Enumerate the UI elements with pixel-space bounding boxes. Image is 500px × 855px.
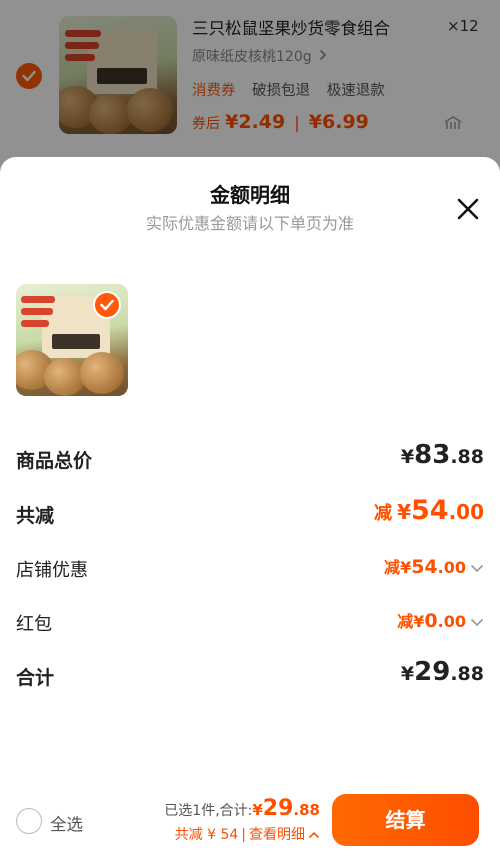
- close-icon[interactable]: [456, 197, 480, 221]
- row-red-packet[interactable]: 红包 减¥0.00: [16, 604, 484, 640]
- row-label: 红包: [16, 614, 52, 635]
- sheet-subtitle: 实际优惠金额请以下单页为准: [145, 214, 354, 233]
- row-amount: 减 ¥54.00: [373, 495, 484, 526]
- order-summary: 已选1件,合计:¥29.88 共减 ¥ 54 | 查看明细: [164, 796, 320, 843]
- sheet-product-checkbox: [93, 291, 121, 319]
- chevron-down-icon: [470, 564, 484, 573]
- summary-total: ¥29.88: [252, 796, 320, 821]
- row-grand-total: 合计 ¥29.88: [16, 657, 484, 693]
- select-all-radio[interactable]: [16, 808, 42, 834]
- row-amount: 减¥54.00: [384, 554, 484, 578]
- row-shop-discount[interactable]: 店铺优惠 减¥54.00: [16, 550, 484, 586]
- row-label: 商品总价: [16, 450, 93, 472]
- row-amount: 减¥0.00: [397, 608, 484, 632]
- modal-overlay[interactable]: [0, 0, 500, 175]
- row-total-discount: 共减 减 ¥54.00: [16, 495, 484, 531]
- chevron-up-icon: [308, 831, 320, 839]
- row-amount: ¥29.88: [400, 657, 484, 687]
- row-label: 店铺优惠: [16, 560, 88, 581]
- price-detail-sheet: 金额明细 实际优惠金额请以下单页为准 商品总价 ¥83.88 共减 减 ¥54.…: [0, 157, 500, 855]
- sheet-title: 金额明细: [210, 183, 290, 207]
- checkout-button[interactable]: 结算: [332, 794, 479, 846]
- row-amount: ¥83.88: [400, 440, 484, 470]
- checkout-bar: 全选 已选1件,合计:¥29.88 共减 ¥ 54 | 查看明细 结算: [0, 791, 500, 855]
- row-goods-total: 商品总价 ¥83.88: [16, 440, 484, 476]
- row-label: 合计: [16, 667, 55, 689]
- view-detail-link[interactable]: 查看明细: [249, 827, 320, 843]
- checkmark-icon: [100, 299, 114, 311]
- row-label: 共减: [16, 505, 55, 527]
- chevron-down-icon: [470, 618, 484, 627]
- select-all-label: 全选: [50, 815, 83, 834]
- selected-count-text: 已选1件,合计:: [164, 803, 253, 819]
- summary-discount: 共减 ¥ 54: [174, 827, 239, 843]
